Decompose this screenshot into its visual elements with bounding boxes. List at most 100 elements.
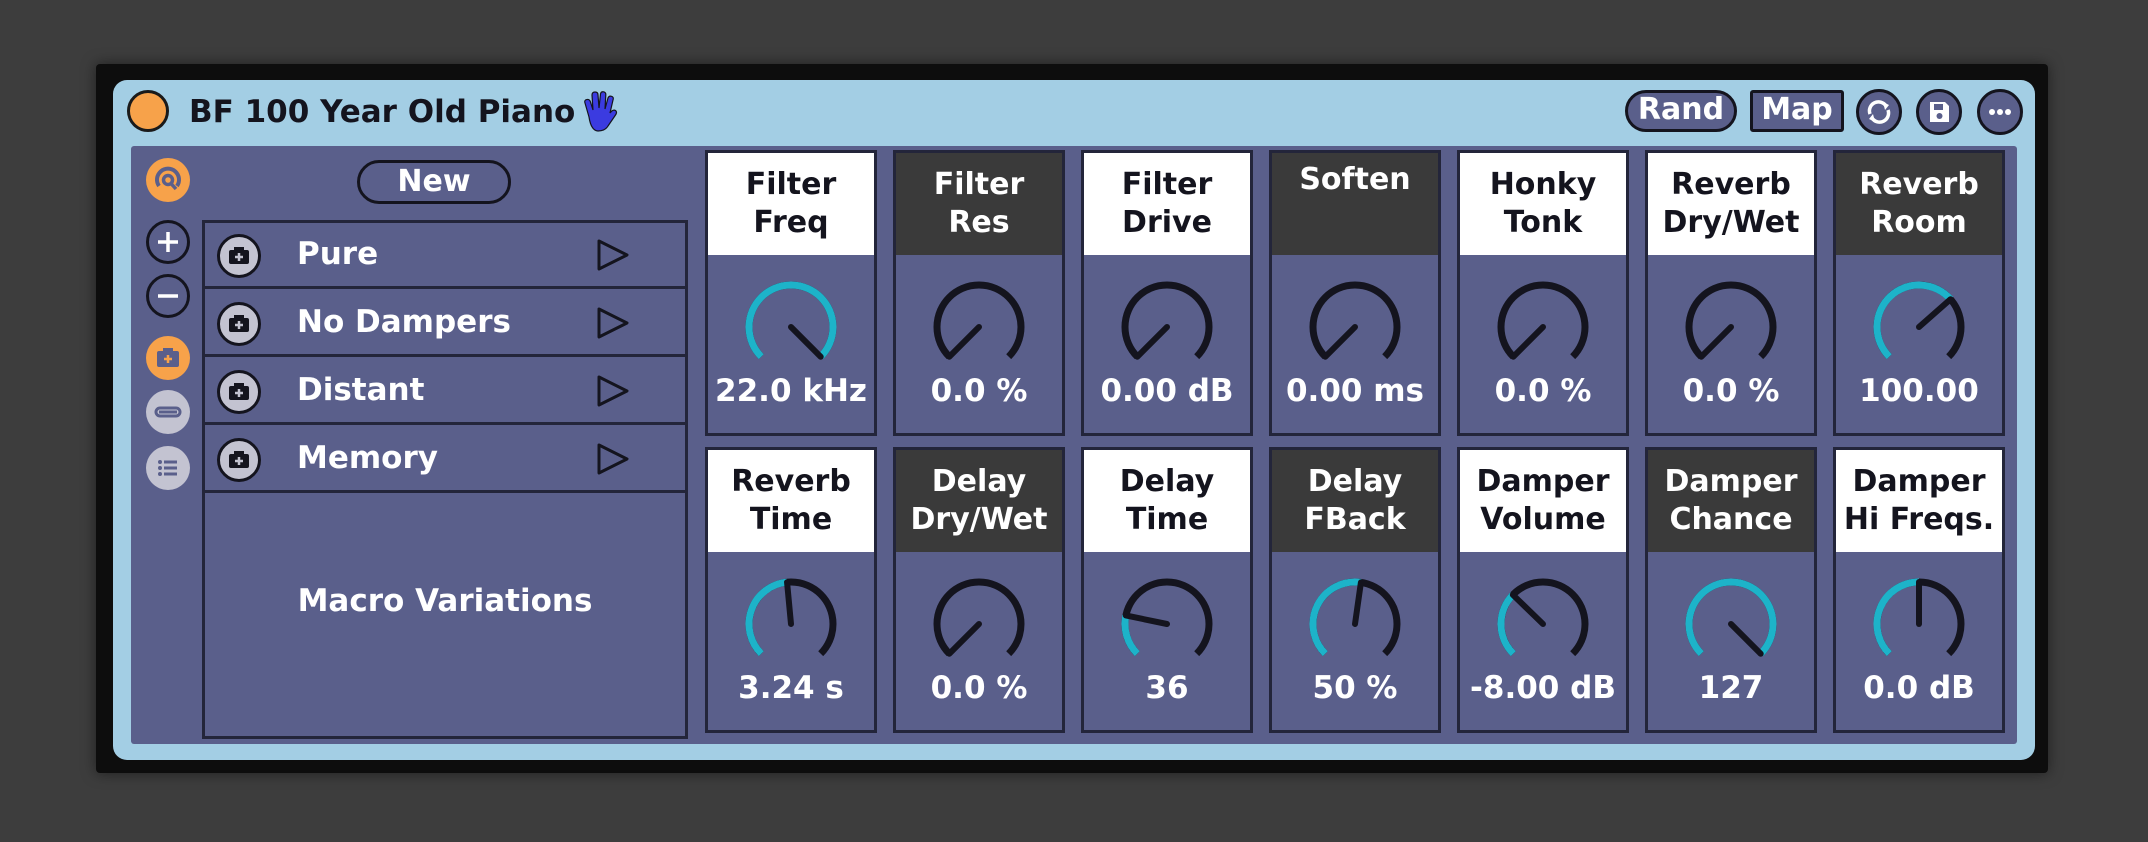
snapshot-button[interactable]	[217, 370, 261, 414]
macro-knob[interactable]	[1303, 572, 1407, 676]
macro-value: 127	[1698, 670, 1764, 706]
new-variation-button[interactable]: New	[357, 160, 511, 204]
snapshot-button[interactable]	[217, 234, 261, 278]
macro-knob-panel: Reverb Room 100.00	[1833, 150, 2005, 436]
macro-knob-panel: Reverb Dry/Wet 0.0 %	[1645, 150, 1817, 436]
device-title-bar: BF 100 Year Old Piano Rand Map	[113, 80, 2035, 144]
plus-icon	[158, 232, 178, 252]
macro-knob[interactable]	[1867, 275, 1971, 379]
macro-knob[interactable]	[1491, 275, 1595, 379]
macro-value: 0.0 %	[930, 670, 1028, 706]
macro-knob-panel: Honky Tonk 0.0 %	[1457, 150, 1629, 436]
macro-knob-panel: Damper Volume -8.00 dB	[1457, 447, 1629, 733]
add-macro-button[interactable]	[146, 220, 190, 264]
remove-macro-button[interactable]	[146, 274, 190, 318]
variation-row[interactable]: No Dampers	[205, 291, 685, 357]
variation-row[interactable]: Memory	[205, 427, 685, 493]
macro-value: 0.0 dB	[1863, 670, 1975, 706]
macro-knob-panel: Filter Drive 0.00 dB	[1081, 150, 1253, 436]
macro-knob[interactable]	[1303, 275, 1407, 379]
play-icon[interactable]	[595, 373, 631, 409]
variations-panel: Pure No Dampers Distant Memory Macro Variat…	[202, 220, 688, 739]
macro-name[interactable]: Reverb Time	[708, 450, 874, 552]
macro-knob-panel: Filter Freq 22.0 kHz	[705, 150, 877, 436]
macro-name[interactable]: Damper Volume	[1460, 450, 1626, 552]
snapshot-toggle[interactable]	[146, 336, 190, 380]
variation-label: Distant	[297, 372, 425, 408]
variation-row[interactable]: Pure	[205, 223, 685, 289]
hand-icon	[584, 91, 618, 132]
macro-value: 0.0 %	[1494, 373, 1592, 409]
sync-icon	[1867, 100, 1891, 124]
macro-name[interactable]: Delay FBack	[1272, 450, 1438, 552]
macro-knob-panel: Soften 0.00 ms	[1269, 150, 1441, 436]
macro-knob-panel: Delay FBack 50 %	[1269, 447, 1441, 733]
macro-name[interactable]: Damper Hi Freqs.	[1836, 450, 2002, 552]
macro-variations-toggle[interactable]	[146, 158, 190, 202]
camera-icon	[229, 383, 249, 400]
variation-label: Pure	[297, 236, 379, 272]
macro-value: 22.0 kHz	[715, 373, 867, 409]
camera-icon	[229, 451, 249, 468]
sync-button[interactable]	[1856, 89, 1902, 135]
more-icon	[1989, 109, 2011, 115]
macro-name[interactable]: Delay Dry/Wet	[896, 450, 1062, 552]
variation-label: Memory	[297, 440, 438, 476]
camera-icon	[229, 247, 249, 264]
macro-knob-panel: Damper Hi Freqs. 0.0 dB	[1833, 447, 2005, 733]
macro-name[interactable]: Honky Tonk	[1460, 153, 1626, 255]
play-icon[interactable]	[595, 237, 631, 273]
macro-value: 0.00 dB	[1100, 373, 1234, 409]
macro-value: 3.24 s	[738, 670, 844, 706]
device-title: BF 100 Year Old Piano	[189, 94, 576, 130]
macro-value: 0.00 ms	[1285, 373, 1425, 409]
snapshot-button[interactable]	[217, 302, 261, 346]
macro-name[interactable]: Soften	[1272, 153, 1438, 255]
macro-knob[interactable]	[1115, 275, 1219, 379]
macro-value: 36	[1145, 670, 1189, 706]
save-icon	[1930, 102, 1949, 122]
variation-row[interactable]: Distant	[205, 359, 685, 425]
more-options-button[interactable]	[1977, 89, 2023, 135]
macro-knob[interactable]	[927, 572, 1031, 676]
macro-name[interactable]: Damper Chance	[1648, 450, 1814, 552]
macro-variations-icon	[155, 166, 181, 191]
macro-knob-panel: Delay Dry/Wet 0.0 %	[893, 447, 1065, 733]
randomize-toggle[interactable]	[146, 390, 190, 434]
macro-value: 50 %	[1312, 670, 1398, 706]
macro-name[interactable]: Filter Res	[896, 153, 1062, 255]
macro-knob[interactable]	[1491, 572, 1595, 676]
macro-knob-panel: Reverb Time 3.24 s	[705, 447, 877, 733]
macro-value: -8.00 dB	[1470, 670, 1616, 706]
macro-knob[interactable]	[1115, 572, 1219, 676]
macro-knob[interactable]	[1679, 572, 1783, 676]
macro-knob[interactable]	[1867, 572, 1971, 676]
play-icon[interactable]	[595, 305, 631, 341]
rack-device: BF 100 Year Old Piano Rand Map New Pure …	[113, 80, 2035, 760]
macro-name[interactable]: Filter Drive	[1084, 153, 1250, 255]
macro-name[interactable]: Reverb Room	[1836, 153, 2002, 255]
snapshot-button[interactable]	[217, 438, 261, 482]
macro-value: 0.0 %	[1682, 373, 1780, 409]
variation-label: No Dampers	[297, 304, 511, 340]
macro-knob[interactable]	[739, 275, 843, 379]
device-body: New Pure No Dampers Distant Memory Macro Va…	[131, 146, 2017, 744]
minus-icon	[158, 294, 178, 298]
list-view-toggle[interactable]	[146, 446, 190, 490]
macro-knob[interactable]	[739, 572, 843, 676]
macro-knob[interactable]	[1679, 275, 1783, 379]
list-icon	[158, 460, 177, 476]
rand-button[interactable]: Rand	[1625, 90, 1737, 132]
macro-name[interactable]: Delay Time	[1084, 450, 1250, 552]
save-button[interactable]	[1916, 89, 1962, 135]
macro-knob-panel: Damper Chance 127	[1645, 447, 1817, 733]
macro-value: 100.00	[1859, 373, 1979, 409]
device-power-button[interactable]	[127, 90, 169, 132]
play-icon[interactable]	[595, 441, 631, 477]
macro-name[interactable]: Reverb Dry/Wet	[1648, 153, 1814, 255]
map-button[interactable]: Map	[1750, 90, 1844, 132]
macro-name[interactable]: Filter Freq	[708, 153, 874, 255]
camera-icon	[157, 348, 179, 367]
macro-knob[interactable]	[927, 275, 1031, 379]
slider-icon	[154, 406, 182, 418]
